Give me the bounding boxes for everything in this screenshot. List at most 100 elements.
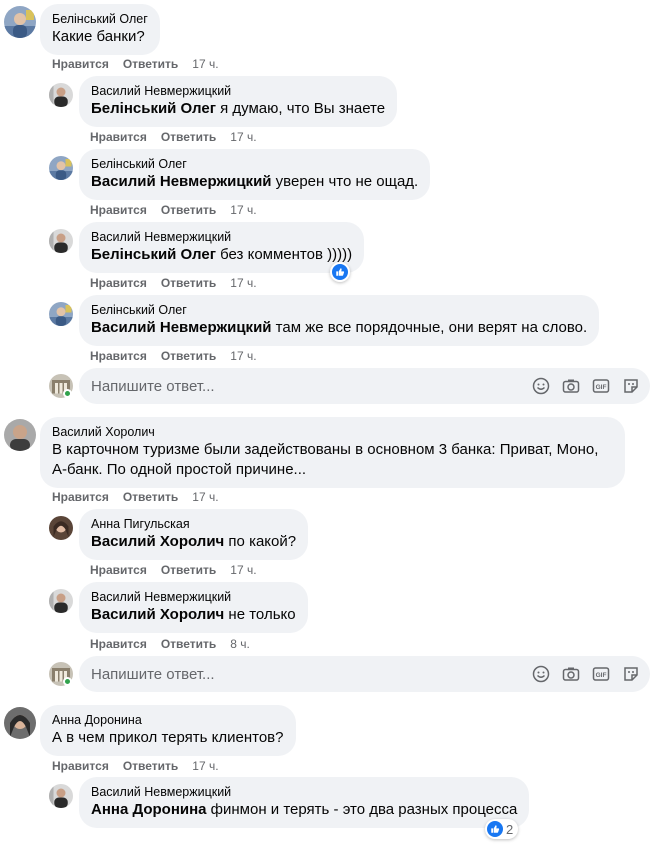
reply-button[interactable]: Ответить (161, 203, 216, 217)
comment-time[interactable]: 8 ч. (230, 637, 250, 651)
comment-actions: Нравится Ответить 17 ч. (90, 562, 271, 578)
comment-body: не только (224, 606, 296, 623)
avatar[interactable] (49, 156, 73, 180)
reply-button[interactable]: Ответить (161, 130, 216, 144)
comment-author[interactable]: Василий Хоролич (52, 424, 613, 440)
comment-bubble: Василий Невмержицкий Василий Хоролич не … (79, 582, 308, 633)
comment-bubble: Анна Пигульская Василий Хоролич по какой… (79, 509, 309, 560)
comment-body: Какие банки? (52, 28, 145, 45)
comment-mention[interactable]: Белінський Олег (91, 100, 216, 117)
comment-author[interactable]: Василий Невмержицкий (91, 83, 385, 99)
reaction-badge[interactable] (330, 262, 350, 282)
comment-time[interactable]: 17 ч. (192, 57, 218, 71)
comment-bubble: Василий Хоролич В карточном туризме были… (40, 417, 625, 488)
comment-author[interactable]: Анна Пигульская (91, 516, 296, 532)
like-button[interactable]: Нравится (90, 637, 147, 651)
reaction-badge[interactable]: 2 (485, 819, 519, 839)
like-button[interactable]: Нравится (90, 349, 147, 363)
comment-time[interactable]: 17 ч. (192, 490, 218, 504)
comment-text: Какие банки? (52, 27, 148, 47)
sticker-icon[interactable] (622, 377, 640, 395)
comment-author[interactable]: Василий Невмержицкий (91, 784, 517, 800)
comment-time[interactable]: 17 ч. (230, 349, 256, 363)
avatar[interactable] (49, 589, 73, 613)
comment-author[interactable]: Василий Невмержицкий (91, 229, 352, 245)
emoji-icon[interactable] (532, 665, 550, 683)
svg-text:GIF: GIF (596, 672, 607, 679)
avatar[interactable] (49, 83, 73, 107)
comment-text: Белінський Олег я думаю, что Вы знаете (91, 99, 385, 119)
comment-mention[interactable]: Василий Хоролич (91, 606, 224, 623)
reply-button[interactable]: Ответить (123, 57, 178, 71)
comment-body: финмон и терять - это два разных процесс… (206, 801, 518, 818)
reply-button[interactable]: Ответить (161, 349, 216, 363)
reply-input[interactable]: Напишите ответ... GIF (79, 656, 650, 692)
comment-text: Василий Невмержицкий уверен что не ощад. (91, 172, 418, 192)
comment-bubble: Анна Доронина А в чем прикол терять клие… (40, 705, 296, 756)
avatar[interactable] (4, 419, 36, 451)
reply-placeholder[interactable]: Напишите ответ... (91, 378, 532, 395)
comment-author[interactable]: Белінський Олег (91, 302, 587, 318)
avatar[interactable] (4, 707, 36, 739)
sticker-icon[interactable] (622, 665, 640, 683)
comment-time[interactable]: 17 ч. (230, 203, 256, 217)
comment-mention[interactable]: Белінський Олег (91, 246, 216, 263)
comment-mention[interactable]: Василий Невмержицкий (91, 173, 272, 190)
comment-text: А в чем прикол терять клиентов? (52, 728, 284, 748)
comment-text: Василий Невмержицкий там же все порядочн… (91, 318, 587, 338)
comment-author[interactable]: Анна Доронина (52, 712, 284, 728)
comment-time[interactable]: 17 ч. (230, 563, 256, 577)
avatar[interactable] (49, 784, 73, 808)
comment-mention[interactable]: Василий Невмержицкий (91, 319, 272, 336)
reply-button[interactable]: Ответить (123, 490, 178, 504)
like-icon (332, 264, 348, 280)
like-button[interactable]: Нравится (90, 276, 147, 290)
reply-button[interactable]: Ответить (161, 276, 216, 290)
comment-actions: Нравится Ответить 17 ч. (90, 129, 271, 145)
comment-bubble: Василий Невмержицкий Белінський Олег без… (79, 222, 365, 273)
comment-time[interactable]: 17 ч. (192, 759, 218, 773)
avatar[interactable] (49, 229, 73, 253)
reaction-count: 2 (506, 821, 514, 837)
comment-actions: Нравится Ответить 17 ч. (52, 56, 233, 72)
avatar[interactable] (49, 302, 73, 326)
comment-actions: Нравится Ответить 17 ч. (90, 275, 271, 291)
reply-placeholder[interactable]: Напишите ответ... (91, 666, 532, 683)
comment-bubble: Белінський Олег Какие банки? (40, 4, 160, 55)
camera-icon[interactable] (562, 665, 580, 683)
like-button[interactable]: Нравится (52, 57, 109, 71)
camera-icon[interactable] (562, 377, 580, 395)
comment-text-line-1: В карточном туризме были задействованы в… (52, 441, 599, 458)
like-button[interactable]: Нравится (52, 490, 109, 504)
reply-button[interactable]: Ответить (123, 759, 178, 773)
emoji-icon[interactable] (532, 377, 550, 395)
comment-actions: Нравится Ответить 17 ч. (90, 202, 271, 218)
comment-text: Анна Доронина финмон и терять - это два … (91, 800, 517, 820)
comment-mention[interactable]: Василий Хоролич (91, 533, 224, 550)
comment-text: Василий Хоролич по какой? (91, 532, 296, 552)
reply-input[interactable]: Напишите ответ... GIF (79, 368, 650, 404)
gif-icon[interactable]: GIF (592, 665, 610, 683)
like-button[interactable]: Нравится (90, 203, 147, 217)
like-button[interactable]: Нравится (52, 759, 109, 773)
comment-time[interactable]: 17 ч. (230, 130, 256, 144)
avatar[interactable] (49, 516, 73, 540)
reply-button[interactable]: Ответить (161, 637, 216, 651)
like-button[interactable]: Нравится (90, 130, 147, 144)
comment-bubble: Василий Невмержицкий Белінський Олег я д… (79, 76, 398, 127)
comment-body: там же все порядочные, они верят на слов… (271, 319, 588, 336)
comment-author[interactable]: Белінський Олег (52, 11, 148, 27)
online-status-indicator (63, 677, 72, 686)
comment-author[interactable]: Василий Невмержицкий (91, 589, 296, 605)
comment-author[interactable]: Белінський Олег (91, 156, 418, 172)
reply-button[interactable]: Ответить (161, 563, 216, 577)
comment-time[interactable]: 17 ч. (230, 276, 256, 290)
avatar[interactable] (4, 6, 36, 38)
comment-bubble: Белінський Олег Василий Невмержицкий уве… (79, 149, 431, 200)
comment-actions: Нравится Ответить 17 ч. (52, 758, 233, 774)
gif-icon[interactable]: GIF (592, 377, 610, 395)
comment-body: я думаю, что Вы знаете (215, 100, 386, 117)
comment-mention[interactable]: Анна Доронина (91, 801, 207, 818)
svg-text:GIF: GIF (596, 384, 607, 391)
like-button[interactable]: Нравится (90, 563, 147, 577)
